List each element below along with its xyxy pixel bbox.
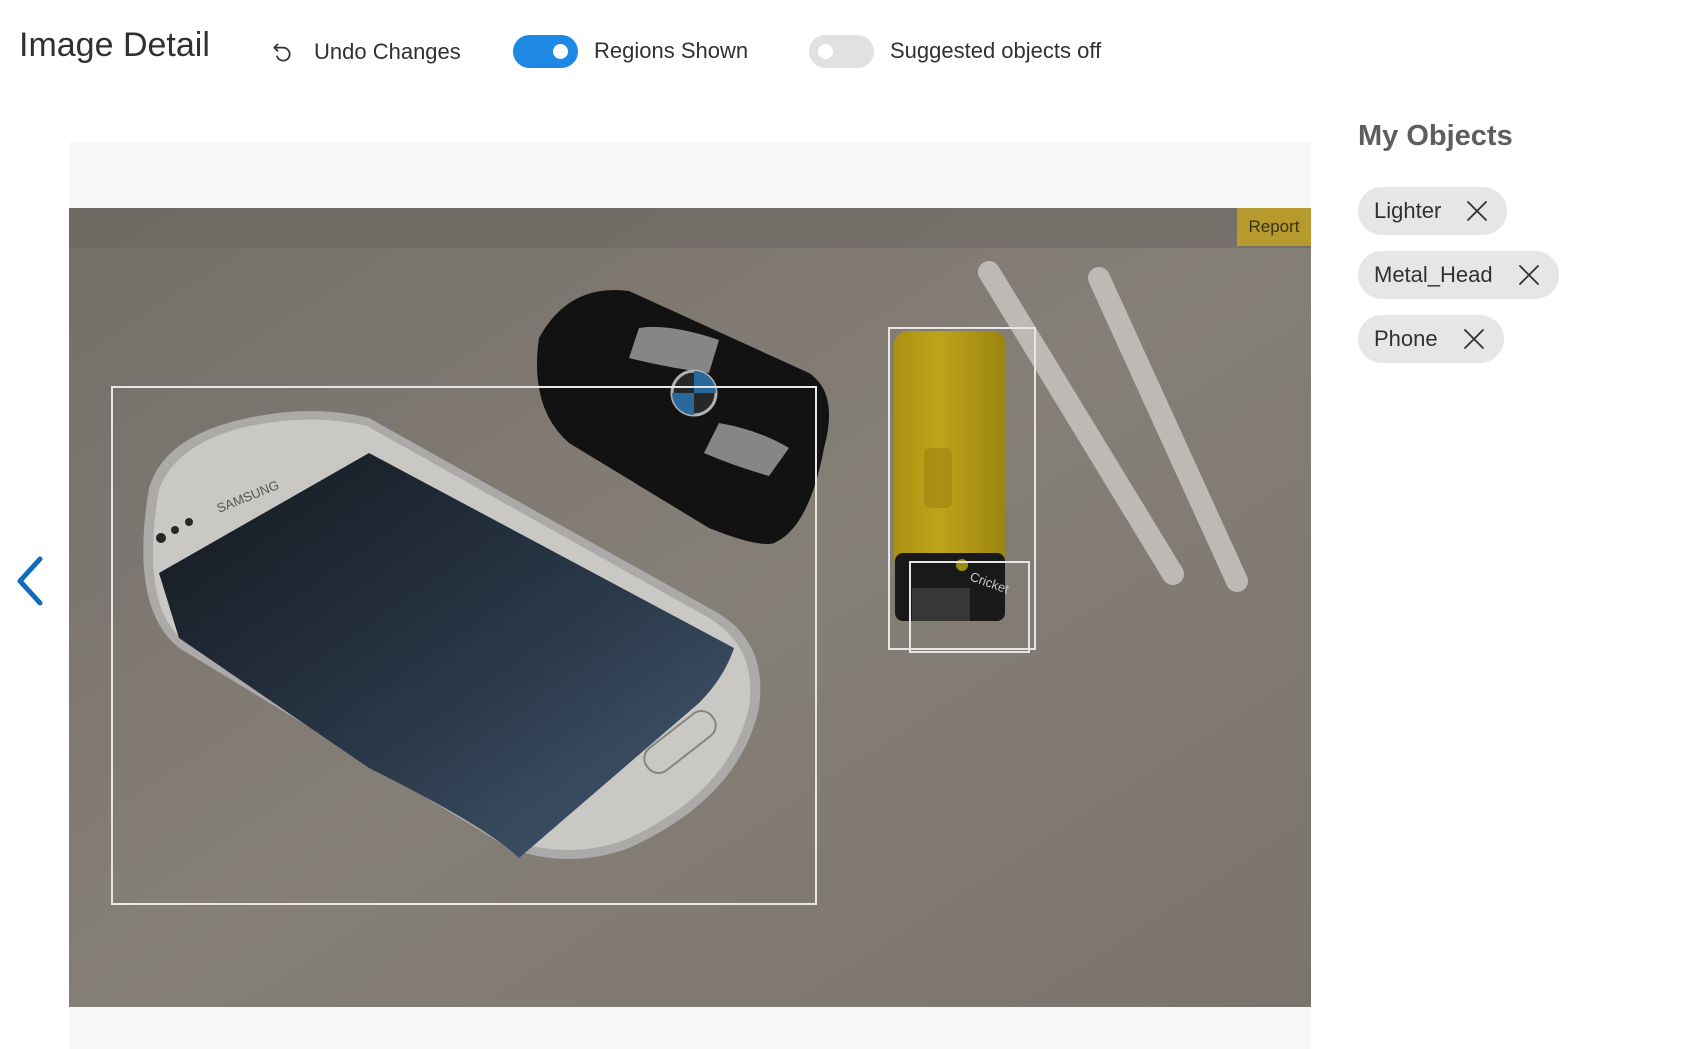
tag-label: Lighter — [1374, 198, 1442, 223]
suggested-objects-toggle[interactable]: Suggested objects off — [809, 34, 1101, 68]
undo-icon — [273, 43, 291, 62]
undo-changes-button[interactable]: Undo Changes — [270, 32, 461, 72]
toggle-knob — [818, 43, 833, 59]
close-icon[interactable] — [1462, 327, 1486, 351]
tag-label: Phone — [1374, 326, 1438, 351]
tag-chip-lighter[interactable]: Lighter — [1358, 187, 1508, 235]
my-objects-title: My Objects — [1358, 120, 1513, 152]
regions-toggle-label: Regions Shown — [594, 38, 749, 63]
suggested-toggle-switch[interactable] — [809, 34, 874, 68]
tag-chip-metal-head[interactable]: Metal_Head — [1358, 251, 1559, 299]
my-objects-panel: My Objects Lighter Metal_Head Phone — [1358, 120, 1678, 379]
tagged-photo: SAMSUNG Cricket Report — [69, 208, 1311, 1007]
close-icon[interactable] — [1465, 199, 1489, 223]
toggle-knob — [553, 43, 568, 59]
undo-changes-label: Undo Changes — [314, 39, 461, 64]
previous-image-button[interactable] — [10, 553, 50, 609]
page-title: Image Detail — [19, 26, 210, 64]
suggested-toggle-label: Suggested objects off — [890, 38, 1102, 63]
report-button[interactable]: Report — [1237, 208, 1311, 246]
regions-toggle-switch[interactable] — [513, 34, 578, 68]
tag-label: Metal_Head — [1374, 262, 1493, 287]
close-icon[interactable] — [1517, 263, 1541, 287]
page-header: Image Detail Undo Changes Regions Shown … — [0, 0, 1690, 100]
regions-shown-toggle[interactable]: Regions Shown — [513, 34, 748, 68]
chevron-left-icon — [17, 556, 43, 606]
image-viewer: SAMSUNG Cricket Report — [69, 142, 1311, 1049]
tag-chip-phone[interactable]: Phone — [1358, 315, 1504, 363]
region-phone[interactable] — [111, 386, 817, 905]
region-metal-head[interactable] — [909, 561, 1030, 653]
